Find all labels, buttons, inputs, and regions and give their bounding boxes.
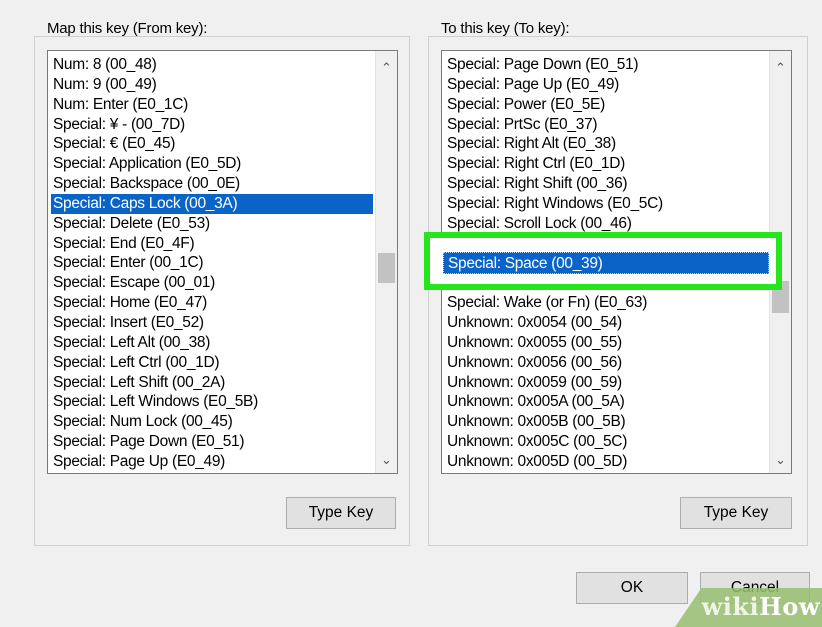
from-key-listbox[interactable]: Num: 8 (00_48) Num: 9 (00_49) Num: Enter (… bbox=[47, 50, 398, 474]
ok-button[interactable]: OK bbox=[576, 572, 688, 604]
list-item[interactable]: Special: Delete (E0_53) bbox=[51, 214, 373, 234]
list-item[interactable]: Special: Page Down (E0_51) bbox=[445, 55, 767, 75]
from-key-label: Map this key (From key): bbox=[47, 20, 208, 37]
remap-key-dialog: Map this key (From key): To this key (To… bbox=[0, 0, 822, 627]
list-item[interactable]: Unknown: 0x005B (00_5B) bbox=[445, 412, 767, 432]
list-item[interactable]: Special: Application (E0_5D) bbox=[51, 154, 373, 174]
list-item[interactable]: Special: Right Windows (E0_5C) bbox=[445, 194, 767, 214]
chevron-up-icon[interactable]: ⌃ bbox=[376, 57, 397, 79]
list-item[interactable]: Special: Wake (or Fn) (E0_63) bbox=[445, 293, 767, 313]
to-key-label: To this key (To key): bbox=[441, 20, 570, 37]
list-item[interactable]: Special: Num Lock (00_45) bbox=[51, 412, 373, 432]
chevron-up-icon[interactable]: ⌃ bbox=[770, 57, 791, 79]
list-item[interactable]: Unknown: 0x0056 (00_56) bbox=[445, 353, 767, 373]
list-item[interactable]: Special: Enter (00_1C) bbox=[51, 253, 373, 273]
list-item[interactable]: Special: Left Shift (00_2A) bbox=[51, 373, 373, 393]
list-item[interactable]: Special: Backspace (00_0E) bbox=[51, 174, 373, 194]
list-item[interactable]: Num: 9 (00_49) bbox=[51, 75, 373, 95]
list-item[interactable]: Special: End (E0_4F) bbox=[51, 234, 373, 254]
list-item[interactable]: Special: Home (E0_47) bbox=[51, 293, 373, 313]
list-item[interactable]: Special: Page Up (E0_49) bbox=[51, 452, 373, 472]
from-key-items: Num: 8 (00_48) Num: 9 (00_49) Num: Enter (… bbox=[51, 55, 373, 472]
list-item[interactable]: Special: PrtSc (E0_37) bbox=[445, 115, 767, 135]
list-item[interactable]: Special: Right Shift (00_36) bbox=[445, 174, 767, 194]
list-item[interactable]: Special: Page Down (E0_51) bbox=[51, 432, 373, 452]
list-item[interactable]: Special: Scroll Lock (00_46) bbox=[445, 214, 767, 234]
list-item[interactable]: Unknown: 0x005A (00_5A) bbox=[445, 392, 767, 412]
watermark-part2: How bbox=[759, 592, 820, 621]
chevron-down-icon[interactable]: ⌄ bbox=[770, 449, 791, 471]
list-item[interactable]: Special: Escape (00_01) bbox=[51, 273, 373, 293]
list-item[interactable]: Special: Left Windows (E0_5B) bbox=[51, 392, 373, 412]
list-item[interactable]: Num: Enter (E0_1C) bbox=[51, 95, 373, 115]
list-item[interactable]: Special: Insert (E0_52) bbox=[51, 313, 373, 333]
to-key-selected-item[interactable]: Special: Space (00_39) bbox=[443, 252, 769, 274]
list-item[interactable]: Special: Right Ctrl (E0_1D) bbox=[445, 154, 767, 174]
watermark-part1: wiki bbox=[701, 592, 760, 621]
list-item[interactable]: Special: Power (E0_5E) bbox=[445, 95, 767, 115]
list-item[interactable]: Unknown: 0x0054 (00_54) bbox=[445, 313, 767, 333]
to-type-key-button[interactable]: Type Key bbox=[680, 497, 792, 529]
list-item[interactable]: Special: ¥ - (00_7D) bbox=[51, 115, 373, 135]
from-type-key-button[interactable]: Type Key bbox=[286, 497, 396, 529]
list-item[interactable]: Unknown: 0x005C (00_5C) bbox=[445, 432, 767, 452]
list-item[interactable]: Unknown: 0x005D (00_5D) bbox=[445, 452, 767, 472]
list-item[interactable]: Special: Left Alt (00_38) bbox=[51, 333, 373, 353]
list-item[interactable]: Special: Right Alt (E0_38) bbox=[445, 134, 767, 154]
list-item-selected[interactable]: Special: Caps Lock (00_3A) bbox=[51, 193, 373, 214]
from-key-scrollbar[interactable]: ⌃ ⌄ bbox=[375, 51, 397, 473]
list-item[interactable]: Special: Page Up (E0_49) bbox=[445, 75, 767, 95]
chevron-down-icon[interactable]: ⌄ bbox=[376, 449, 397, 471]
list-item[interactable]: Num: 8 (00_48) bbox=[51, 55, 373, 75]
wikihow-watermark: wikiHow bbox=[675, 588, 822, 627]
list-item[interactable]: Special: Left Ctrl (00_1D) bbox=[51, 353, 373, 373]
scrollbar-thumb[interactable] bbox=[378, 253, 395, 283]
list-item[interactable]: Special: € (E0_45) bbox=[51, 134, 373, 154]
list-item[interactable]: Unknown: 0x0055 (00_55) bbox=[445, 333, 767, 353]
list-item[interactable]: Unknown: 0x0059 (00_59) bbox=[445, 373, 767, 393]
highlight-frame: Special: Space (00_39) bbox=[424, 232, 782, 290]
